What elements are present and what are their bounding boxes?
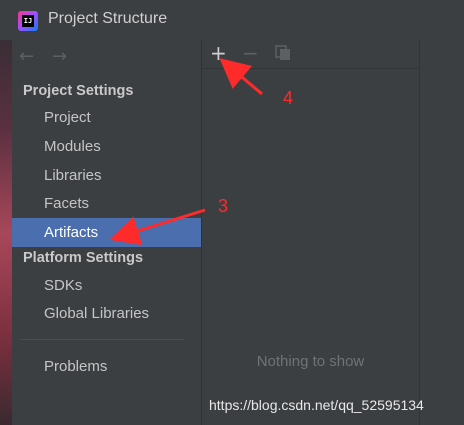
watermark-text: https://blog.csdn.net/qq_52595134 — [209, 397, 424, 413]
sidebar-item-sdks[interactable]: SDKs — [12, 271, 201, 300]
sidebar-item-artifacts[interactable]: Artifacts — [12, 218, 201, 247]
app-icon-text: IJ — [22, 15, 34, 27]
sidebar-item-project[interactable]: Project — [12, 103, 201, 132]
intellij-app-icon: IJ — [18, 11, 38, 31]
add-icon[interactable]: + — [210, 42, 227, 64]
sidebar-divider — [20, 339, 184, 340]
sidebar-item-modules[interactable]: Modules — [12, 132, 201, 161]
empty-state-text: Nothing to show — [256, 353, 365, 370]
details-panel — [420, 40, 464, 425]
annotation-number-4: 4 — [283, 88, 294, 108]
sidebar-item-label: Project — [44, 109, 91, 126]
remove-icon[interactable]: − — [242, 42, 259, 64]
sidebar-item-global-libraries[interactable]: Global Libraries — [12, 299, 201, 328]
artifacts-toolbar: + − — [202, 40, 419, 69]
sidebar-item-libraries[interactable]: Libraries — [12, 161, 201, 190]
annotation-number-3: 3 — [218, 196, 229, 216]
sidebar-item-label: Libraries — [44, 167, 102, 184]
sidebar-item-label: Modules — [44, 138, 101, 155]
window-titlebar: IJ Project Structure — [0, 0, 464, 40]
copy-icon[interactable] — [275, 45, 291, 61]
sidebar-item-problems[interactable]: Problems — [12, 352, 201, 381]
project-settings-header: Project Settings — [23, 83, 134, 99]
sidebar-item-label: SDKs — [44, 277, 83, 294]
sidebar-item-label: Facets — [44, 195, 90, 212]
sidebar-item-label: Artifacts — [44, 224, 99, 241]
window-title: Project Structure — [48, 10, 168, 27]
forward-arrow-icon[interactable]: → — [52, 46, 67, 67]
artifacts-list[interactable] — [202, 69, 419, 425]
desktop-background-strip — [0, 0, 12, 425]
platform-settings-header: Platform Settings — [23, 250, 144, 266]
sidebar-item-facets[interactable]: Facets — [12, 189, 201, 218]
back-arrow-icon[interactable]: ← — [19, 46, 34, 67]
sidebar-item-label: Problems — [44, 358, 108, 375]
sidebar-item-label: Global Libraries — [44, 305, 150, 322]
